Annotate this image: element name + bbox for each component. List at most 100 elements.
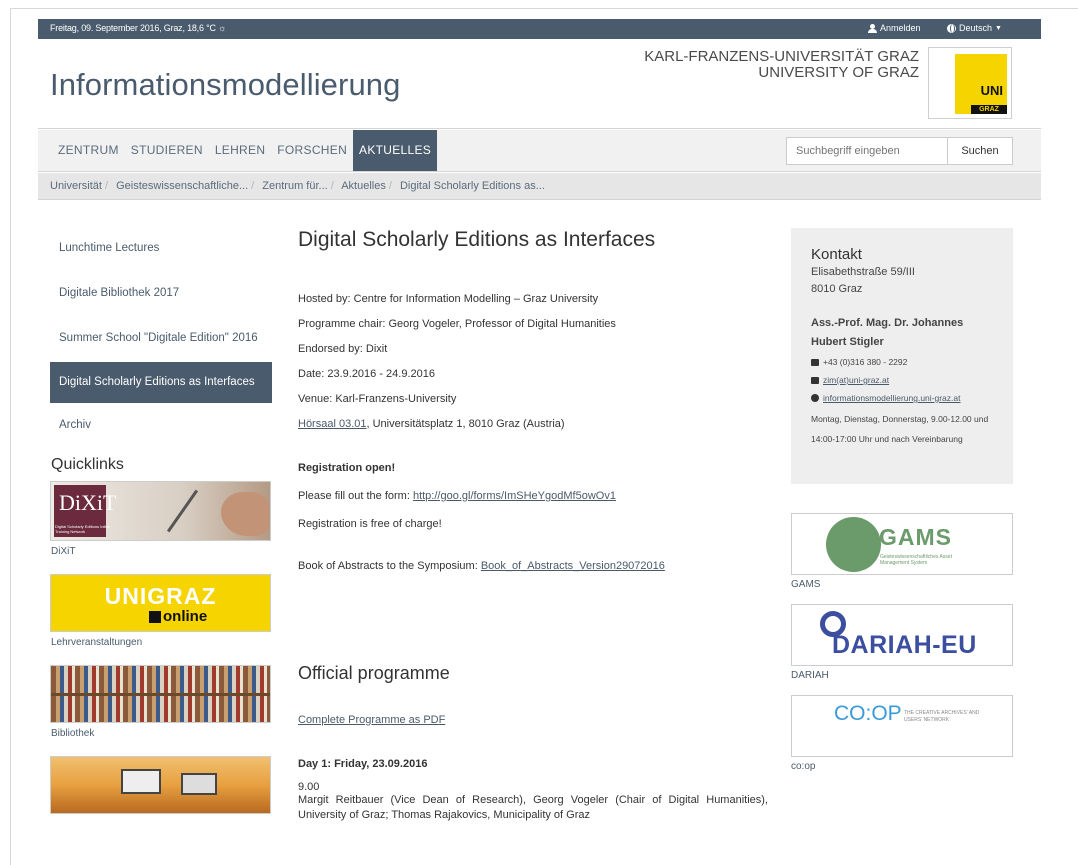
registration-form-line: Please fill out the form: http://goo.gl/… xyxy=(298,482,778,510)
hosted-by: Hosted by: Centre for Information Modell… xyxy=(298,293,599,305)
main-content: Digital Scholarly Editions as Interfaces… xyxy=(298,228,778,823)
programme-item: Margit Reitbauer (Vice Dean of Research)… xyxy=(298,794,768,821)
nav-items: ZENTRUM STUDIEREN LEHREN FORSCHEN AKTUEL… xyxy=(50,130,438,171)
gams-logo-text: GAMS xyxy=(879,524,952,550)
quicklink-label[interactable]: DiXiT xyxy=(51,546,272,557)
abstracts-prefix: Book of Abstracts to the Symposium: xyxy=(298,560,481,572)
right-column: Kontakt Elisabethstraße 59/III 8010 Graz… xyxy=(791,228,1013,772)
coop-logo-text: CO:OP xyxy=(834,702,902,725)
contact-email-row: zim(at)uni-graz.at xyxy=(811,372,993,388)
room-link[interactable]: Hörsaal 03.01 xyxy=(298,418,367,430)
event-info: Hosted by: Centre for Information Modell… xyxy=(298,287,778,437)
breadcrumb-item[interactable]: Universität xyxy=(50,180,102,192)
breadcrumb-separator: / xyxy=(330,180,334,192)
gams-logo-subtext: Geisteswissenschaftliches Asset Manageme… xyxy=(880,554,952,566)
coop-logo[interactable]: CO:OP THE CREATIVE ARCHIVES' AND USERS' … xyxy=(791,695,1013,757)
partner-gams[interactable]: GAMS Geisteswissenschaftliches Asset Man… xyxy=(791,513,1013,590)
gams-circle-icon xyxy=(826,517,881,572)
uni-graz-logo[interactable]: UNI GRAZ xyxy=(928,47,1012,119)
quicklink-dixit[interactable]: DiXiT Digital Scholarly Editions Initial… xyxy=(50,481,272,557)
programme-title: Official programme xyxy=(298,663,450,683)
quicklinks-title: Quicklinks xyxy=(51,456,124,473)
site-title[interactable]: Informationsmodellierung xyxy=(50,67,400,103)
quicklink-lehrveranstaltungen[interactable]: UNIGRAZ online Lehrveranstaltungen xyxy=(50,574,272,648)
quicklink-label[interactable]: Bibliothek xyxy=(51,728,272,739)
frame-left-line xyxy=(10,8,11,865)
partner-label[interactable]: GAMS xyxy=(791,579,1013,590)
room-line: Hörsaal 03.01, Universitätsplatz 1, 8010… xyxy=(298,412,778,437)
page-title: Digital Scholarly Editions as Interfaces xyxy=(298,228,656,251)
registration-form-link[interactable]: http://goo.gl/forms/ImSHeYgodMf5owOv1 xyxy=(413,490,616,502)
partner-label[interactable]: DARIAH xyxy=(791,670,1013,681)
programme-pdf-link[interactable]: Complete Programme as PDF xyxy=(298,714,445,726)
nav-item-zentrum[interactable]: ZENTRUM xyxy=(50,130,125,171)
breadcrumb-current[interactable]: Digital Scholarly Editions as... xyxy=(400,180,545,192)
breadcrumb-item[interactable]: Zentrum für... xyxy=(262,180,327,192)
contact-city: 8010 Graz xyxy=(811,283,863,295)
search-input[interactable] xyxy=(786,137,948,165)
envelope-icon xyxy=(811,376,819,384)
contact-box: Kontakt Elisabethstraße 59/III 8010 Graz… xyxy=(791,228,1013,484)
contact-web-link[interactable]: informationsmodellierung.uni-graz.at xyxy=(823,390,961,406)
contact-hours: Montag, Dienstag, Donnerstag, 9.00-12.00… xyxy=(811,414,989,444)
monitor-icon xyxy=(121,769,161,794)
abstracts-link[interactable]: Book_of_Abstracts_Version29072016 xyxy=(481,560,665,572)
contact-phone: +43 (0)316 380 - 2292 xyxy=(823,357,908,367)
search-button[interactable]: Suchen xyxy=(947,137,1013,165)
sidebar-item-lunchtime-lectures[interactable]: Lunchtime Lectures xyxy=(50,228,272,269)
sidebar-item-digitale-bibliothek[interactable]: Digitale Bibliothek 2017 xyxy=(50,273,272,314)
dariah-logo[interactable]: DARIAH-EU xyxy=(791,604,1013,666)
registration-form-prefix: Please fill out the form: xyxy=(298,490,413,502)
programme-pdf-line: Complete Programme as PDF xyxy=(298,714,778,726)
nav-item-lehren[interactable]: LEHREN xyxy=(209,130,271,171)
registration-free: Registration is free of charge! xyxy=(298,518,442,530)
frame-top-line xyxy=(10,8,1078,9)
quicklink-label[interactable]: Lehrveranstaltungen xyxy=(51,637,272,648)
language-label: Deutsch xyxy=(959,23,993,33)
top-bar: Freitag, 09. September 2016, Graz, 18,6 … xyxy=(38,19,1041,39)
login-link[interactable]: Anmelden xyxy=(868,23,921,33)
partner-label[interactable]: co:op xyxy=(791,761,1013,772)
unigraz-online-subtitle: online xyxy=(163,608,208,625)
contact-email-link[interactable]: zim(at)uni-graz.at xyxy=(823,372,889,388)
dixit-image[interactable]: DiXiT Digital Scholarly Editions Initial… xyxy=(50,481,271,541)
sidebar-item-archiv[interactable]: Archiv xyxy=(50,405,272,446)
registration-section: Registration open! Please fill out the f… xyxy=(298,454,778,538)
contact-street: Elisabethstraße 59/III xyxy=(811,266,915,278)
quicklink-computer-lab[interactable] xyxy=(50,756,272,814)
library-image[interactable] xyxy=(50,665,271,723)
breadcrumb-item[interactable]: Geisteswissenschaftliche... xyxy=(116,180,248,192)
partner-dariah[interactable]: DARIAH-EU DARIAH xyxy=(791,604,1013,681)
globe-icon xyxy=(947,23,956,33)
logo-uni-text: UNI xyxy=(980,83,1003,98)
sidebar-item-digital-scholarly-editions[interactable]: Digital Scholarly Editions as Interfaces xyxy=(50,362,272,403)
room-address: , Universitätsplatz 1, 8010 Graz (Austri… xyxy=(366,418,565,430)
dariah-logo-text: DARIAH-EU xyxy=(832,631,977,659)
breadcrumb: Universität / Geisteswissenschaftliche...… xyxy=(38,173,1041,200)
gams-logo[interactable]: GAMS Geisteswissenschaftliches Asset Man… xyxy=(791,513,1013,575)
endorsed-by: Endorsed by: Dixit xyxy=(298,343,388,355)
sidebar-item-summer-school[interactable]: Summer School "Digitale Edition" 2016 xyxy=(50,318,272,359)
coop-logo-subtext: THE CREATIVE ARCHIVES' AND USERS' NETWOR… xyxy=(904,710,980,723)
globe-icon xyxy=(811,394,819,402)
abstracts-line: Book of Abstracts to the Symposium: Book… xyxy=(298,560,778,572)
logo-yellow-block: UNI GRAZ xyxy=(955,54,1007,114)
unigraz-online-image[interactable]: UNIGRAZ online xyxy=(50,574,271,632)
language-dropdown[interactable]: Deutsch ▼ xyxy=(947,23,1002,33)
caret-down-icon: ▼ xyxy=(995,24,1002,32)
sidebar: Lunchtime Lectures Digitale Bibliothek 2… xyxy=(50,228,272,814)
quicklink-bibliothek[interactable]: Bibliothek xyxy=(50,665,272,739)
nav-item-aktuelles[interactable]: AKTUELLES xyxy=(353,130,438,171)
university-name[interactable]: KARL-FRANZENS-UNIVERSITÄT GRAZ UNIVERSIT… xyxy=(644,49,919,81)
breadcrumb-separator: / xyxy=(251,180,255,192)
contact-title: Kontakt xyxy=(811,246,862,263)
nav-item-forschen[interactable]: FORSCHEN xyxy=(271,130,353,171)
breadcrumb-item[interactable]: Aktuelles xyxy=(341,180,386,192)
dixit-logo-text: DiXiT xyxy=(59,490,117,515)
partner-coop[interactable]: CO:OP THE CREATIVE ARCHIVES' AND USERS' … xyxy=(791,695,1013,772)
dixit-logo-subtext: Digital Scholarly Editions Initial Train… xyxy=(55,524,110,534)
nav-item-studieren[interactable]: STUDIEREN xyxy=(125,130,209,171)
user-icon xyxy=(868,23,877,33)
online-square-icon xyxy=(149,611,161,623)
computer-lab-image[interactable] xyxy=(50,756,271,814)
